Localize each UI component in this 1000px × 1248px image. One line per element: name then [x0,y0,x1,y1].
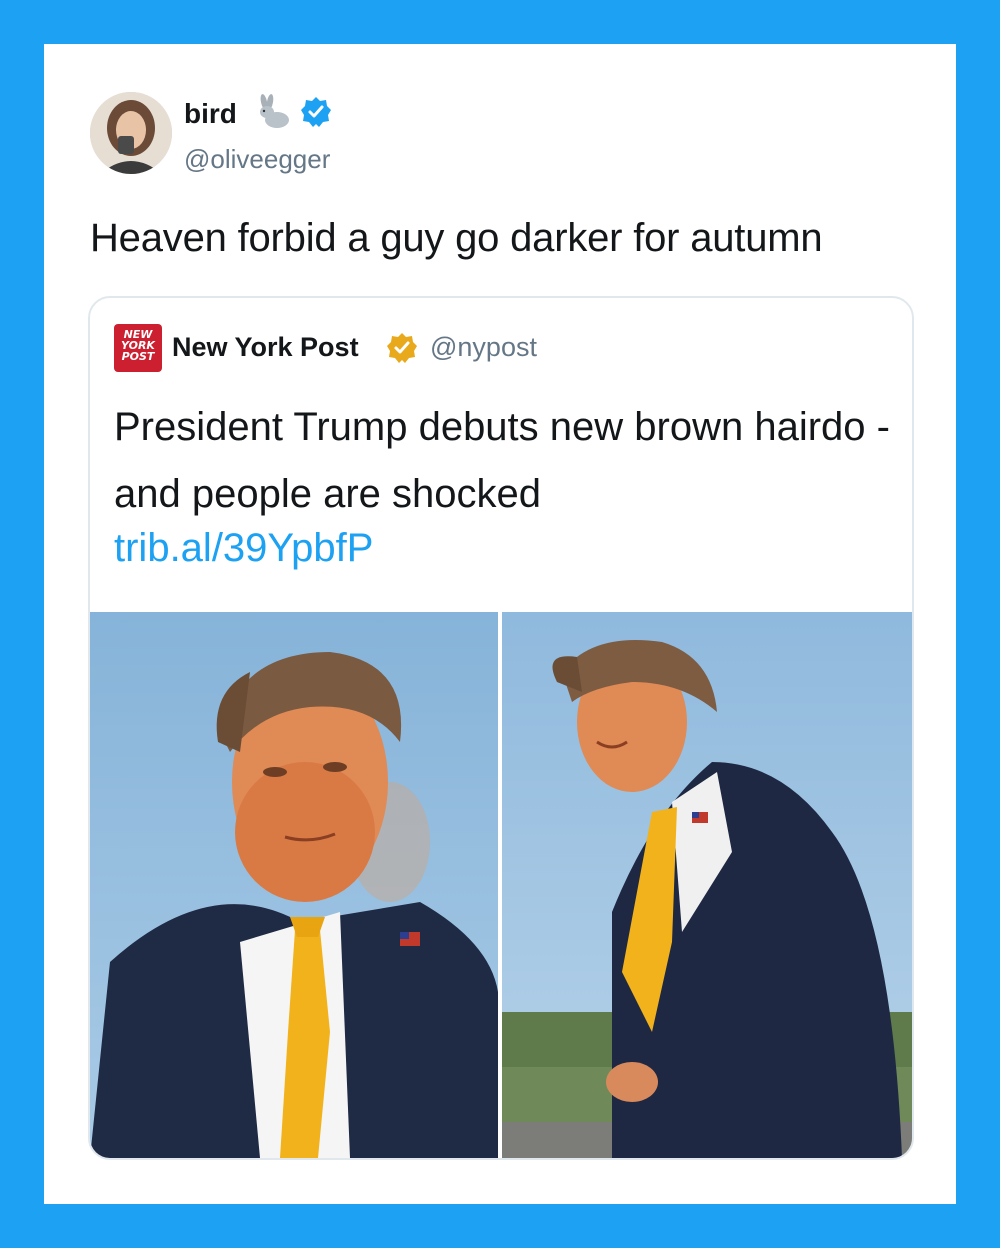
photo-right[interactable] [502,612,912,1158]
author-name[interactable]: bird [184,98,237,130]
nypost-logo: NEW YORK POST [114,324,162,372]
rabbit-icon [252,94,292,130]
quoted-tweet[interactable]: NEW YORK POST New York Post @nypost Pres… [88,296,914,1160]
author-handle[interactable]: @oliveegger [184,144,330,175]
tweet-card: bird @oliveegger Heaven forbid a guy go … [44,44,956,1204]
quoted-author-name[interactable]: New York Post [172,332,359,363]
photo-left[interactable] [90,612,498,1158]
verified-icon [300,96,332,128]
avatar[interactable] [90,92,172,174]
quoted-tweet-text: President Trump debuts new brown hairdo … [114,405,890,516]
quoted-author-handle[interactable]: @nypost [430,332,537,363]
tweet-text: Heaven forbid a guy go darker for autumn [90,216,823,260]
quoted-tweet-link[interactable]: trib.al/39YpbfP [114,526,373,571]
gold-verified-icon [386,332,418,364]
